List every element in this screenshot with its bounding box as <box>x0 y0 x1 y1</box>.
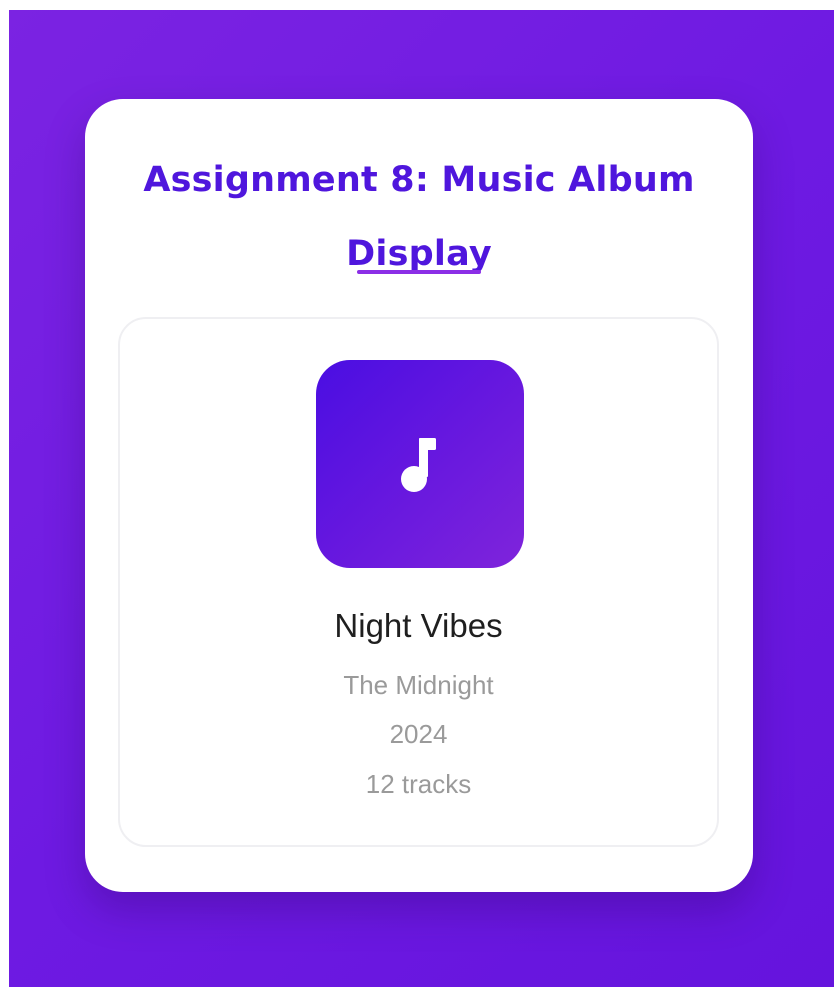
album-art <box>316 360 524 568</box>
album-card[interactable]: Night Vibes The Midnight 2024 12 tracks <box>118 317 719 847</box>
album-artist: The Midnight <box>343 670 494 700</box>
album-title: Night Vibes <box>334 607 503 644</box>
page-title-line-1: Assignment 8: Music Album <box>143 160 695 200</box>
page-title: Assignment 8: Music Album Display <box>85 143 753 291</box>
assignment-card: Assignment 8: Music Album Display Night … <box>85 99 753 892</box>
page-title-line-2: Display <box>346 234 492 274</box>
music-note-icon <box>401 438 436 492</box>
page-background: Assignment 8: Music Album Display Night … <box>9 10 834 987</box>
album-year: 2024 <box>389 719 448 749</box>
title-underline <box>357 270 481 274</box>
album-track-count: 12 tracks <box>365 769 472 799</box>
